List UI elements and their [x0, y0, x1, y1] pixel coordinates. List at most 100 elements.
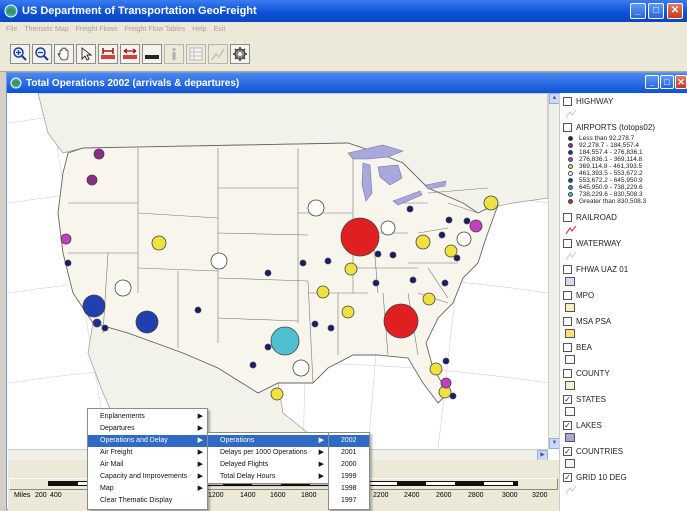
airport[interactable] [409, 276, 417, 284]
chart-button[interactable] [208, 44, 228, 64]
airport[interactable] [463, 217, 471, 225]
menu-item-map[interactable]: Map ▶ [88, 483, 207, 495]
layer-checkbox[interactable] [563, 239, 572, 248]
legend-layer-airports[interactable]: AIRPORTS (totops02) [563, 123, 655, 132]
airport[interactable] [449, 392, 457, 400]
airport[interactable] [324, 257, 332, 265]
airport-medium[interactable] [135, 310, 159, 334]
year-item-1999[interactable]: 1999 [329, 471, 369, 483]
layer-checkbox[interactable]: ✓ [563, 473, 572, 482]
airport[interactable] [151, 235, 167, 251]
airport[interactable] [429, 362, 443, 376]
airport[interactable] [86, 174, 98, 186]
airport[interactable] [469, 219, 483, 233]
legend-layer-highway[interactable]: HIGHWAY [563, 97, 613, 106]
year-item-1998[interactable]: 1998 [329, 483, 369, 495]
airport[interactable] [389, 251, 397, 259]
airport[interactable] [194, 306, 202, 314]
airport[interactable] [64, 259, 72, 267]
submenu-item-operations[interactable]: Operations ▶ [208, 435, 328, 447]
year-item-2000[interactable]: 2000 [329, 459, 369, 471]
airport[interactable] [92, 318, 102, 328]
airport[interactable] [307, 199, 325, 217]
menu-item-clear-thematic[interactable]: Clear Thematic Display [88, 495, 207, 507]
menu-item-air-freight[interactable]: Air Freight ▶ [88, 447, 207, 459]
legend-layer-bea[interactable]: BEA [563, 343, 592, 352]
airport[interactable] [93, 148, 105, 160]
legend-layer-waterway[interactable]: WATERWAY [563, 239, 621, 248]
airport[interactable] [210, 252, 228, 270]
airport[interactable] [101, 324, 109, 332]
airport[interactable] [311, 320, 319, 328]
vertical-scrollbar[interactable]: ▲ ▼ [548, 93, 560, 449]
layer-checkbox[interactable] [563, 213, 572, 222]
airport[interactable] [441, 279, 449, 287]
airport[interactable] [380, 220, 396, 236]
year-item-2001[interactable]: 2001 [329, 447, 369, 459]
menu-thematic-map[interactable]: Thematic Map [24, 26, 68, 33]
layer-checkbox[interactable] [563, 317, 572, 326]
airport[interactable] [438, 231, 446, 239]
maximize-button[interactable]: □ [648, 3, 664, 19]
airport[interactable] [442, 357, 450, 365]
airport[interactable] [440, 377, 452, 389]
menu-freight-flows[interactable]: Freight Flows [76, 26, 118, 33]
legend-layer-states[interactable]: ✓ STATES [563, 395, 606, 404]
legend-layer-msa-psa[interactable]: MSA PSA [563, 317, 611, 326]
airport-large[interactable] [340, 217, 380, 257]
menu-item-operations-and-delay[interactable]: Operations and Delay ▶ [88, 435, 207, 447]
airport[interactable] [445, 216, 453, 224]
layer-checkbox[interactable] [563, 291, 572, 300]
legend-layer-county[interactable]: COUNTY [563, 369, 610, 378]
legend-layer-countries[interactable]: ✓ COUNTRIES [563, 447, 623, 456]
airport[interactable] [453, 254, 461, 262]
year-item-2002[interactable]: 2002 [329, 435, 369, 447]
pan-button[interactable] [54, 44, 74, 64]
airport[interactable] [344, 262, 358, 276]
select-button[interactable] [76, 44, 96, 64]
menu-exit[interactable]: Exit [214, 26, 226, 33]
airport[interactable] [264, 269, 272, 277]
zoom-out-button[interactable] [32, 44, 52, 64]
layer-checkbox[interactable] [563, 123, 572, 132]
airport[interactable] [270, 387, 284, 401]
submenu-item-total-delay-hours[interactable]: Total Delay Hours ▶ [208, 471, 328, 483]
airport[interactable] [114, 279, 132, 297]
map-canvas[interactable] [8, 93, 548, 449]
minimize-button[interactable]: _ [630, 3, 646, 19]
airport[interactable] [341, 305, 355, 319]
airport[interactable] [264, 343, 272, 351]
settings-button[interactable] [230, 44, 250, 64]
legend-layer-fhwa-uaz[interactable]: FHWA UAZ 01 [563, 265, 628, 274]
airport[interactable] [249, 361, 257, 369]
layer-checkbox[interactable]: ✓ [563, 421, 572, 430]
table-button[interactable] [186, 44, 206, 64]
legend-layer-railroad[interactable]: RAILROAD [563, 213, 617, 222]
menu-item-air-mail[interactable]: Air Mail ▶ [88, 459, 207, 471]
menu-item-departures[interactable]: Departures ▶ [88, 423, 207, 435]
airport[interactable] [422, 292, 436, 306]
map-maximize-button[interactable]: □ [660, 75, 674, 89]
submenu-item-delayed-flights[interactable]: Delayed Flights ▶ [208, 459, 328, 471]
menu-freight-flow-tables[interactable]: Freight Flow Tables [125, 26, 186, 33]
layer-checkbox[interactable] [563, 265, 572, 274]
airport[interactable] [327, 324, 335, 332]
us-map[interactable] [8, 93, 548, 449]
layer-checkbox[interactable]: ✓ [563, 447, 572, 456]
airport[interactable] [60, 233, 72, 245]
menu-help[interactable]: Help [192, 26, 206, 33]
airport[interactable] [483, 195, 499, 211]
airport-medium[interactable] [82, 294, 106, 318]
airport-large[interactable] [383, 303, 419, 339]
layer-checkbox[interactable] [563, 343, 572, 352]
airport[interactable] [316, 285, 330, 299]
airport[interactable] [456, 231, 472, 247]
legend-layer-lakes[interactable]: ✓ LAKES [563, 421, 602, 430]
airport[interactable] [292, 359, 310, 377]
info-button[interactable] [164, 44, 184, 64]
distance-button[interactable] [120, 44, 140, 64]
menu-file[interactable]: File [6, 26, 17, 33]
airport[interactable] [299, 259, 307, 267]
layer-checkbox[interactable]: ✓ [563, 395, 572, 404]
map-close-button[interactable]: ✕ [675, 75, 687, 89]
